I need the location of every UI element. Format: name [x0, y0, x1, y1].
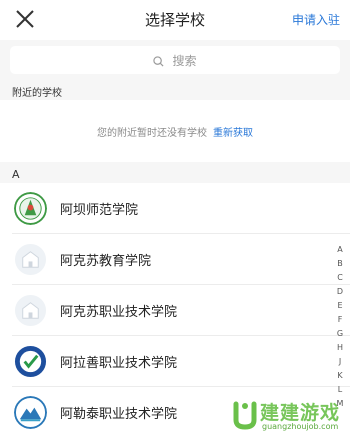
mountain-logo-icon: [14, 396, 47, 429]
watermark: 建建游戏 guangzhoujob.com: [228, 398, 348, 434]
search-placeholder: 搜索: [172, 54, 197, 68]
index-letter[interactable]: G: [334, 327, 346, 341]
section-letter: A: [12, 168, 20, 181]
list-item[interactable]: 阿克苏教育学院: [0, 234, 350, 285]
list-item[interactable]: 阿克苏职业技术学院: [0, 285, 350, 336]
list-item[interactable]: 阿坝师范学院: [0, 183, 350, 234]
index-letter[interactable]: B: [334, 257, 346, 271]
nearby-panel: 您的附近暂时还没有学校 重新获取: [0, 100, 350, 162]
blue-check-logo-icon: [14, 345, 47, 378]
index-letter[interactable]: J: [334, 355, 346, 369]
nearby-section-title: 附近的学校: [12, 88, 62, 99]
school-name: 阿坝师范学院: [60, 203, 139, 218]
top-bar: 选择学校 申请入驻: [0, 0, 350, 40]
school-list: 阿坝师范学院 阿克苏教育学院 阿克苏职业技术学院 阿拉善职业技术学院 阿勒泰职业…: [0, 183, 350, 434]
alphabet-index[interactable]: A B C D E F G H J K L M: [334, 243, 346, 411]
search-input[interactable]: 搜索: [10, 46, 340, 74]
index-letter[interactable]: D: [334, 285, 346, 299]
placeholder-school-icon: [14, 243, 47, 276]
index-letter[interactable]: E: [334, 299, 346, 313]
school-name: 阿勒泰职业技术学院: [60, 407, 178, 422]
school-name: 阿拉善职业技术学院: [60, 356, 178, 371]
index-letter[interactable]: L: [334, 383, 346, 397]
index-letter[interactable]: F: [334, 313, 346, 327]
green-seal-logo-icon: [14, 192, 47, 225]
placeholder-school-icon: [14, 294, 47, 327]
index-letter[interactable]: A: [334, 243, 346, 257]
index-letter[interactable]: K: [334, 369, 346, 383]
school-name: 阿克苏教育学院: [60, 254, 152, 269]
refresh-link[interactable]: 重新获取: [213, 128, 253, 139]
search-icon: [153, 56, 164, 67]
search-area: 搜索: [0, 40, 350, 80]
watermark-logo-icon: [233, 401, 257, 430]
index-letter[interactable]: C: [334, 271, 346, 285]
watermark-text: 建建游戏: [260, 402, 341, 424]
school-name: 阿克苏职业技术学院: [60, 305, 178, 320]
watermark-url: guangzhoujob.com: [262, 422, 339, 431]
list-item[interactable]: 阿拉善职业技术学院: [0, 336, 350, 387]
index-letter[interactable]: H: [334, 341, 346, 355]
nearby-empty-text: 您的附近暂时还没有学校: [97, 128, 207, 139]
apply-join-button[interactable]: 申请入驻: [292, 11, 340, 28]
